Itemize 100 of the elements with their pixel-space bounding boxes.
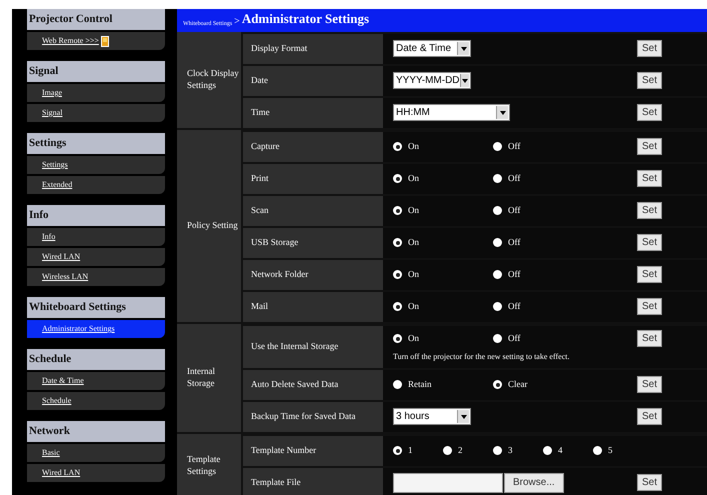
section-header: Info	[27, 205, 165, 226]
radio-label: 5	[608, 444, 612, 457]
set-button[interactable]: Set	[636, 72, 662, 89]
sidebar-link[interactable]: Administrator Settings	[27, 320, 165, 338]
sidebar-link[interactable]: Web Remote >>>	[27, 32, 165, 50]
radio-label: 3	[508, 444, 512, 457]
dropdown[interactable]: Date & Time	[393, 40, 471, 57]
radio-button[interactable]	[393, 302, 402, 311]
radio-button[interactable]	[493, 302, 502, 311]
radio-label: On	[408, 332, 419, 345]
setting-label: Scan	[243, 196, 383, 226]
setting-label: Date	[243, 66, 383, 96]
sidebar-link[interactable]: Signal	[27, 104, 165, 122]
set-button[interactable]: Set	[636, 234, 662, 251]
set-button[interactable]: Set	[636, 474, 662, 491]
sidebar-link[interactable]: Wired LAN	[27, 464, 165, 482]
radio-button[interactable]	[493, 206, 502, 215]
window-icon	[100, 36, 109, 46]
radio-label: Off	[508, 204, 520, 217]
caret-icon	[457, 42, 469, 55]
set-button[interactable]: Set	[636, 40, 662, 57]
setting-label: Mail	[243, 292, 383, 322]
radio-label: Clear	[508, 378, 528, 391]
set-button[interactable]: Set	[636, 202, 662, 219]
set-button[interactable]: Set	[636, 330, 662, 347]
set-button[interactable]: Set	[636, 266, 662, 283]
group-label: Internal Storage	[177, 324, 243, 432]
radio-button[interactable]	[393, 238, 402, 247]
radio-label: 2	[458, 444, 462, 457]
setting-label: Use the Internal Storage	[243, 326, 383, 368]
section-header: Schedule	[27, 349, 165, 370]
radio-button[interactable]	[593, 446, 602, 455]
dropdown[interactable]: YYYY-MM-DD	[393, 72, 471, 89]
group-label: Template Settings	[177, 434, 243, 495]
radio-label: On	[408, 140, 419, 153]
group-label: Clock Display Settings	[177, 32, 243, 128]
radio-button[interactable]	[493, 238, 502, 247]
radio-label: 4	[558, 444, 562, 457]
section-header: Network	[27, 421, 165, 442]
sidebar-link[interactable]: Extended	[27, 176, 165, 194]
setting-label: Print	[243, 164, 383, 194]
file-path-field[interactable]	[393, 472, 503, 492]
set-button[interactable]: Set	[636, 170, 662, 187]
radio-label: Off	[508, 172, 520, 185]
group-label: Policy Setting	[177, 130, 243, 322]
radio-button[interactable]	[393, 270, 402, 279]
setting-label: Network Folder	[243, 260, 383, 290]
radio-label: Off	[508, 140, 520, 153]
sidebar-link[interactable]: Info	[27, 228, 165, 246]
radio-label: On	[408, 172, 419, 185]
setting-label: Time	[243, 98, 383, 128]
sidebar-link[interactable]: Image	[27, 84, 165, 102]
caret-icon	[457, 410, 469, 423]
radio-button[interactable]	[393, 142, 402, 151]
dropdown[interactable]: HH:MM	[393, 104, 510, 121]
radio-button[interactable]	[393, 380, 402, 389]
radio-button[interactable]	[443, 446, 452, 455]
radio-button[interactable]	[393, 446, 402, 455]
radio-label: On	[408, 204, 419, 217]
radio-button[interactable]	[543, 446, 552, 455]
sidebar-link[interactable]: Date & Time	[27, 372, 165, 390]
set-button[interactable]: Set	[636, 298, 662, 315]
setting-label: USB Storage	[243, 228, 383, 258]
setting-label: Display Format	[243, 34, 383, 64]
radio-button[interactable]	[393, 334, 402, 343]
radio-button[interactable]	[493, 270, 502, 279]
radio-button[interactable]	[393, 206, 402, 215]
radio-label: On	[408, 300, 419, 313]
sidebar-link[interactable]: Wireless LAN	[27, 268, 165, 286]
caret-icon	[496, 106, 508, 119]
radio-label: Retain	[408, 378, 432, 391]
radio-label: On	[408, 268, 419, 281]
radio-button[interactable]	[493, 446, 502, 455]
section-header: Projector Control	[27, 9, 165, 30]
radio-button[interactable]	[493, 380, 502, 389]
sidebar-link[interactable]: Settings	[27, 156, 165, 174]
sidebar-link[interactable]: Schedule	[27, 392, 165, 410]
set-button[interactable]: Set	[636, 138, 662, 155]
set-button[interactable]: Set	[636, 104, 662, 121]
sidebar-link[interactable]: Basic	[27, 444, 165, 462]
radio-label: 1	[408, 444, 412, 457]
radio-button[interactable]	[493, 174, 502, 183]
browse-button[interactable]: Browse...	[504, 472, 564, 492]
dropdown[interactable]: 3 hours	[393, 408, 471, 425]
caret-icon	[460, 74, 469, 87]
radio-label: Off	[508, 300, 520, 313]
radio-label: Off	[508, 332, 520, 345]
radio-button[interactable]	[493, 334, 502, 343]
set-button[interactable]: Set	[636, 408, 662, 425]
section-header: Signal	[27, 61, 165, 82]
set-button[interactable]: Set	[636, 376, 662, 393]
setting-label: Capture	[243, 132, 383, 162]
radio-label: Off	[508, 268, 520, 281]
setting-label: Template Number	[243, 436, 383, 466]
section-header: Whiteboard Settings	[27, 297, 165, 318]
sidebar-link[interactable]: Wired LAN	[27, 248, 165, 266]
radio-button[interactable]	[393, 174, 402, 183]
note-text: Turn off the projector for the new setting to take effect.	[393, 351, 570, 363]
section-header: Settings	[27, 133, 165, 154]
radio-button[interactable]	[493, 142, 502, 151]
